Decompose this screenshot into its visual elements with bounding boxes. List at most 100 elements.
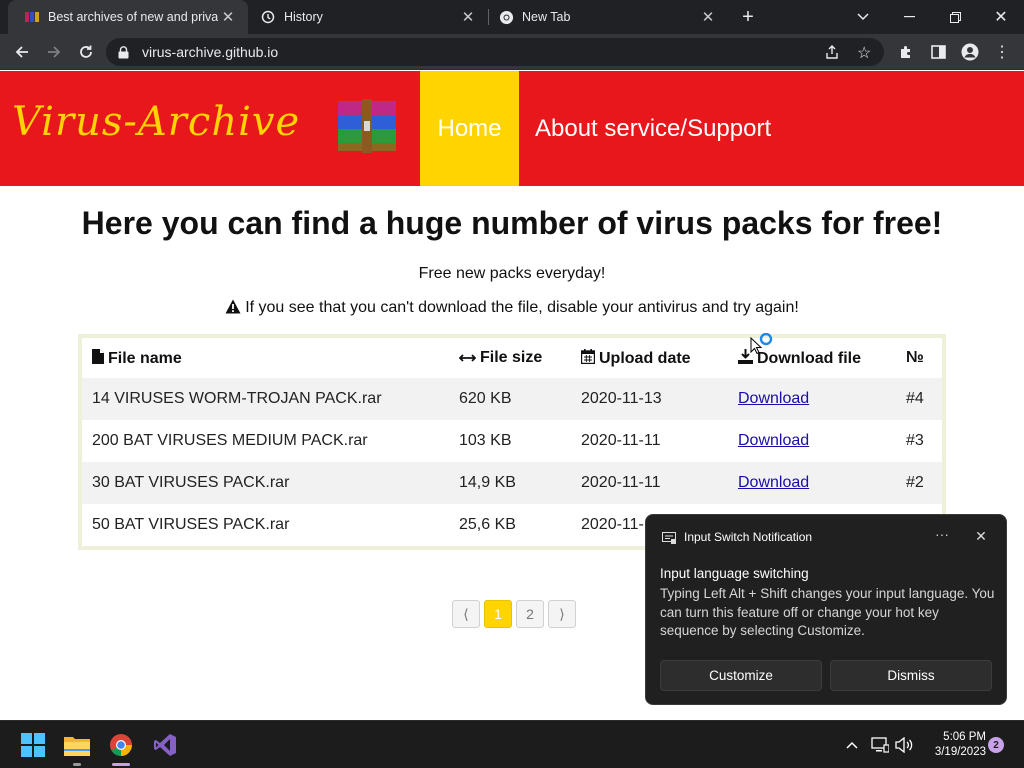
chrome-taskbar-icon[interactable] [105,729,137,761]
file-size-cell: 25,6 KB [459,516,516,533]
pagination-next-button[interactable]: ⟩ [548,600,576,628]
keyboard-switch-icon [662,531,676,549]
file-name-cell: 200 BAT VIRUSES MEDIUM PACK.rar [92,432,368,449]
column-header-file-size: File size [449,338,571,378]
site-logo-text[interactable]: Virus-Archive [12,99,300,145]
calendar-icon [580,348,596,364]
address-bar[interactable]: virus-archive.github.io ☆ [106,38,884,66]
windows-start-icon[interactable] [17,729,49,761]
column-header-number: № [906,349,924,366]
extensions-icon[interactable] [892,38,920,66]
tab-best-archives[interactable]: Best archives of new and private ✕ [8,0,248,34]
new-tab-icon[interactable]: + [737,6,759,28]
notification-body: Typing Left Alt + Shift changes your inp… [660,586,995,638]
table-row: 200 BAT VIRUSES MEDIUM PACK.rar 103 KB 2… [82,420,942,462]
chrome-icon [498,9,514,25]
tab-history[interactable]: History ✕ [244,0,488,34]
tab-title: New Tab [522,10,571,24]
volume-icon[interactable] [894,735,914,755]
file-name-cell: 30 BAT VIRUSES PACK.rar [82,462,449,504]
visual-studio-icon[interactable] [149,729,181,761]
close-tab-icon[interactable]: ✕ [698,7,718,27]
number-cell: #4 [896,378,942,420]
reload-icon[interactable] [72,38,100,66]
table-row: 14 VIRUSES WORM-TROJAN PACK.rar 620 KB 2… [82,378,942,420]
pagination: ⟨ 1 2 ⟩ [452,600,576,628]
customize-button[interactable]: Customize [660,660,822,691]
file-size-cell: 103 KB [459,432,512,449]
chrome-active-indicator [112,763,130,766]
back-icon[interactable] [8,38,36,66]
tab-title: History [284,10,323,24]
minimize-icon[interactable] [886,0,932,34]
upload-date-cell: 2020-11-11 [571,462,728,504]
browser-toolbar: virus-archive.github.io ☆ ⋮ [0,34,1024,70]
show-hidden-icons-chevron[interactable] [843,735,861,755]
page-headline: Here you can find a huge number of virus… [81,205,943,241]
upload-date-cell: 2020-11-13 [571,378,728,420]
file-icon [92,348,104,364]
restore-icon[interactable] [932,0,978,34]
notification-count-badge[interactable]: 2 [988,737,1004,753]
file-name-cell: 50 BAT VIRUSES PACK.rar [92,516,290,533]
upload-date-cell: 2020-11-11 [581,432,661,449]
dismiss-button[interactable]: Dismiss [830,660,992,691]
bookmark-star-icon[interactable]: ☆ [857,43,871,63]
winrar-books-logo [334,99,402,153]
menu-kebab-icon[interactable]: ⋮ [988,38,1016,66]
taskbar-clock[interactable]: 5:06 PM 3/19/2023 [916,730,986,760]
clock-time: 5:06 PM [943,731,986,743]
url-text: virus-archive.github.io [142,44,279,60]
browser-tab-strip: Best archives of new and private ✕ Histo… [0,0,1024,34]
notification-title: Input language switching [660,566,809,581]
file-explorer-icon[interactable] [61,729,93,761]
nav-home-link[interactable]: Home [420,71,519,186]
more-options-icon[interactable]: ··· [933,525,951,543]
arrows-horizontal-icon [458,354,477,362]
warning-line: If you see that you can't download the f… [0,299,1024,319]
download-link[interactable]: Download [738,390,809,407]
lock-icon[interactable] [118,45,132,59]
pagination-prev-button[interactable]: ⟨ [452,600,480,628]
column-header-upload-date: Upload date [571,338,728,378]
file-size-cell: 620 KB [449,378,571,420]
close-tab-icon[interactable]: ✕ [458,7,478,27]
archive-favicon-icon [24,9,40,25]
pagination-page-2[interactable]: 2 [516,600,544,628]
file-size-cell: 14,9 KB [449,462,571,504]
busy-cursor-icon [750,332,774,360]
warning-text: If you see that you can't download the f… [245,299,799,316]
column-header-file-name: File name [82,338,449,378]
file-name-cell: 14 VIRUSES WORM-TROJAN PACK.rar [82,378,449,420]
download-link[interactable]: Download [738,432,809,449]
explorer-running-indicator [73,763,81,766]
nav-about-link[interactable]: About service/Support [535,71,771,186]
tab-title: Best archives of new and private [48,10,218,24]
download-cell: Download [728,378,896,420]
site-header: Virus-Archive Home About service/Support [0,71,1024,186]
forward-icon[interactable] [40,38,68,66]
clock-date: 3/19/2023 [934,746,986,758]
download-link[interactable]: Download [738,474,809,491]
warning-triangle-icon [225,299,241,319]
profile-icon[interactable] [956,38,984,66]
number-cell: #3 [906,432,924,449]
table-row: 30 BAT VIRUSES PACK.rar 14,9 KB 2020-11-… [82,462,942,504]
share-icon[interactable] [824,44,840,65]
notification-app-name: Input Switch Notification [684,530,813,544]
tab-search-chevron-icon[interactable] [840,0,886,34]
history-icon [260,9,276,25]
close-window-icon[interactable]: ✕ [978,0,1024,34]
number-cell: #2 [896,462,942,504]
tab-new-tab[interactable]: New Tab ✕ [482,0,728,34]
windows-taskbar: 5:06 PM 3/19/2023 2 [0,720,1024,768]
pagination-page-1[interactable]: 1 [484,600,512,628]
side-panel-icon[interactable] [924,38,952,66]
page-subline: Free new packs everyday! [418,265,606,282]
table-header-row: File name File size Upload date Download… [82,338,942,378]
close-tab-icon[interactable]: ✕ [218,7,238,27]
download-cell: Download [728,462,896,504]
close-notification-icon[interactable]: ✕ [972,527,990,545]
network-icon[interactable] [870,735,890,755]
input-switch-notification: Input Switch Notification ··· ✕ Input la… [645,514,1007,705]
